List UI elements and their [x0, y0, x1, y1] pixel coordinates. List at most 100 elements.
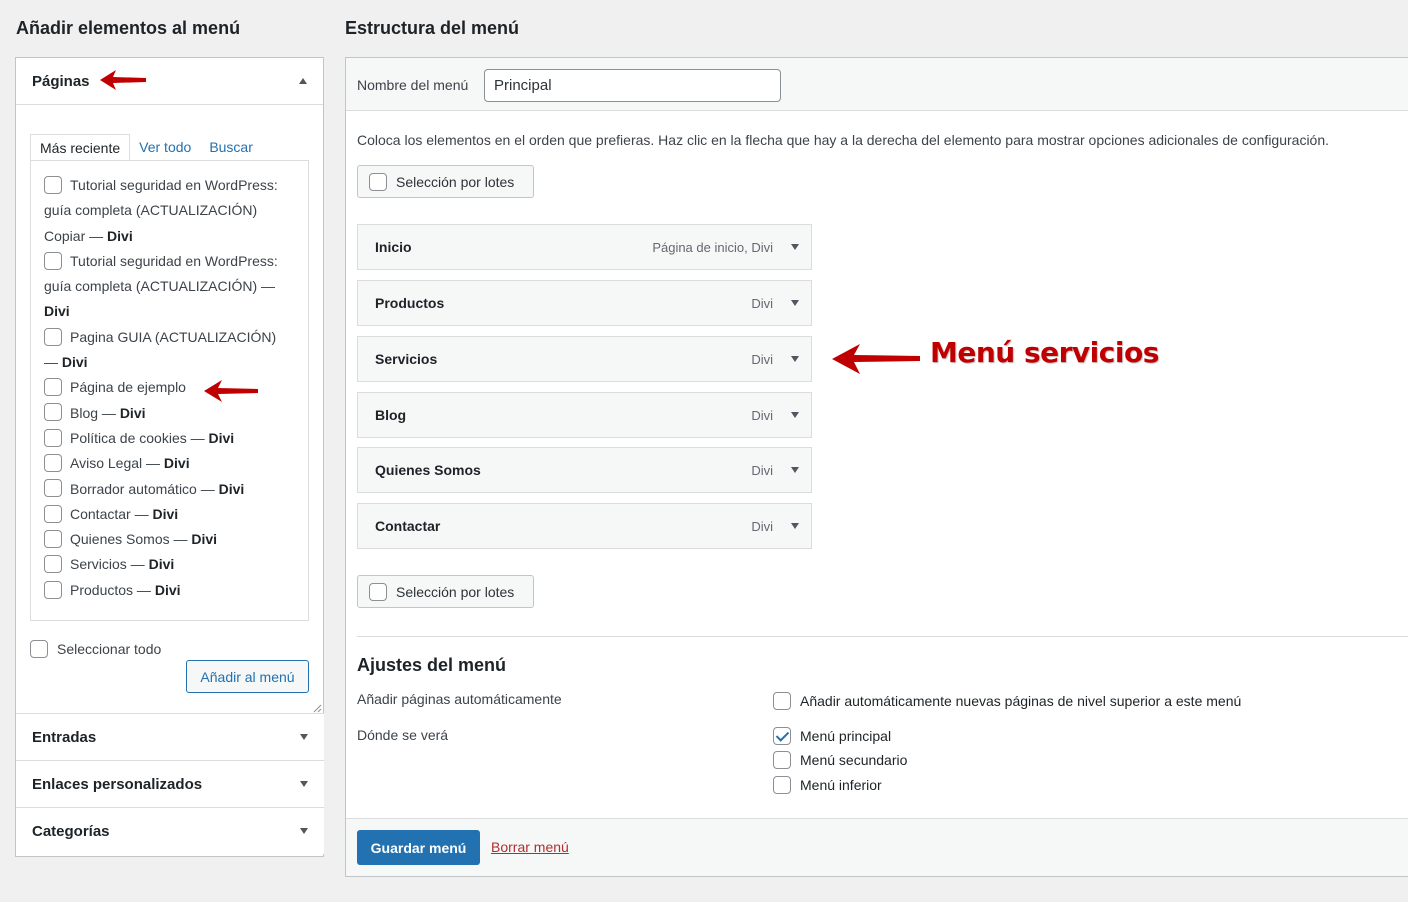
list-item: Contactar — Divi [44, 502, 298, 527]
red-arrow-annotation-icon [100, 70, 146, 90]
bulk-select-checkbox[interactable] [369, 172, 387, 191]
bulk-select-checkbox[interactable] [369, 582, 387, 601]
menu-item-arrow-icon[interactable] [791, 244, 799, 250]
menu-item-arrow-icon[interactable] [791, 300, 799, 306]
menu-item-type: Divi [751, 518, 773, 534]
page-checkbox[interactable] [44, 580, 62, 599]
list-item: Quienes Somos — Divi [44, 527, 298, 552]
page-checkbox[interactable] [44, 529, 62, 548]
select-all[interactable]: Seleccionar todo [30, 640, 161, 658]
expand-arrow-icon[interactable] [300, 734, 308, 740]
pages-section-header[interactable]: Páginas [16, 58, 323, 105]
list-item: Política de cookies — Divi [44, 426, 298, 451]
menu-item-title: Productos [375, 295, 445, 311]
delete-menu-link[interactable]: Borrar menú [491, 839, 569, 855]
page-label: Tutorial seguridad en WordPress: [70, 177, 278, 193]
menu-item-arrow-icon[interactable] [791, 356, 799, 362]
auto-add-option[interactable]: Añadir automáticamente nuevas páginas de… [773, 692, 1241, 710]
page-theme: Divi [218, 480, 245, 497]
section-title: Categorías [32, 822, 110, 840]
auto-add-label: Añadir páginas automáticamente [357, 691, 562, 707]
menu-item-title: Quienes Somos [375, 462, 481, 478]
page-checkbox[interactable] [44, 504, 62, 523]
menu-item-type: Página de inicio, Divi [652, 239, 773, 255]
menu-item[interactable]: Inicio Página de inicio, Divi [357, 224, 812, 270]
list-item: Blog — Divi [44, 401, 298, 426]
select-all-checkbox[interactable] [30, 640, 48, 658]
page-theme: Divi [154, 581, 181, 598]
page-theme: Divi [119, 404, 146, 421]
menu-item-type: Divi [751, 407, 773, 423]
list-item: Productos — Divi [44, 578, 298, 603]
page-checkbox[interactable] [44, 327, 62, 346]
location-option-principal[interactable]: Menú principal [773, 727, 891, 745]
page-label: Política de cookies — [70, 429, 209, 446]
location-option-label: Menú inferior [800, 777, 882, 793]
tab-most-recent[interactable]: Más reciente [30, 134, 131, 161]
menu-item-arrow-icon[interactable] [791, 467, 799, 473]
menu-item-arrow-icon[interactable] [791, 412, 799, 418]
pages-section-title: Páginas [32, 72, 90, 90]
page-checkbox[interactable] [44, 378, 62, 397]
list-item: Borrador automático — Divi [44, 477, 298, 502]
menu-item[interactable]: Quienes Somos Divi [357, 447, 812, 493]
bulk-select-button[interactable]: Selección por lotes [357, 165, 534, 198]
location-checkbox[interactable] [773, 751, 791, 769]
page-checkbox[interactable] [44, 251, 62, 270]
list-item: Tutorial seguridad en WordPress: guía co… [44, 173, 298, 249]
page-theme: Divi [208, 429, 235, 446]
page-checkbox[interactable] [44, 555, 62, 574]
page-label: guía completa (ACTUALIZACIÓN) — [44, 278, 276, 295]
bulk-select-label: Selección por lotes [396, 173, 515, 190]
section-enlaces-personalizados[interactable]: Enlaces personalizados [16, 760, 324, 807]
page-theme: Divi [152, 505, 179, 522]
location-checkbox-checked[interactable] [773, 727, 791, 745]
menu-item[interactable]: Productos Divi [357, 280, 812, 326]
tab-view-all[interactable]: Ver todo [130, 134, 200, 161]
section-entradas[interactable]: Entradas [16, 713, 324, 760]
menu-item[interactable]: Contactar Divi [357, 503, 812, 549]
expand-arrow-icon[interactable] [300, 828, 308, 834]
page-label: guía completa (ACTUALIZACIÓN) [44, 202, 258, 219]
page-label: Aviso Legal — [70, 455, 164, 472]
menu-item[interactable]: Servicios Divi [357, 336, 812, 382]
menu-item-arrow-icon[interactable] [791, 523, 799, 529]
add-to-menu-button[interactable]: Añadir al menú [186, 660, 309, 693]
list-item: Pagina GUIA (ACTUALIZACIÓN) — Divi [44, 325, 298, 376]
list-item: Servicios — Divi [44, 552, 298, 577]
auto-add-checkbox[interactable] [773, 692, 791, 710]
menu-name-input[interactable] [484, 69, 781, 102]
menu-item-type: Divi [751, 462, 773, 478]
page-theme: Divi [163, 455, 190, 472]
save-menu-button[interactable]: Guardar menú [357, 830, 480, 865]
list-item: Tutorial seguridad en WordPress: guía co… [44, 249, 298, 325]
resize-handle-icon[interactable] [312, 703, 322, 713]
menu-settings-title: Ajustes del menú [357, 655, 507, 675]
location-option-secundario[interactable]: Menú secundario [773, 751, 907, 769]
collapse-arrow-icon[interactable] [299, 78, 307, 84]
add-items-title: Añadir elementos al menú [16, 18, 241, 38]
menu-structure-title: Estructura del menú [345, 18, 520, 38]
location-checkbox[interactable] [773, 776, 791, 794]
expand-arrow-icon[interactable] [300, 781, 308, 787]
bulk-select-button-bottom[interactable]: Selección por lotes [357, 575, 534, 608]
menu-item[interactable]: Blog Divi [357, 392, 812, 438]
page-checkbox[interactable] [44, 403, 62, 422]
menu-instructions: Coloca los elementos en el orden que pre… [357, 132, 1330, 148]
pages-tabs: Más reciente Ver todo Buscar [30, 134, 262, 161]
page-checkbox[interactable] [44, 454, 62, 473]
page-label: Contactar — [70, 505, 153, 522]
location-option-inferior[interactable]: Menú inferior [773, 776, 882, 794]
page-label: Borrador automático — [70, 480, 219, 497]
page-checkbox[interactable] [44, 175, 62, 194]
page-label: Servicios — [70, 556, 149, 573]
menu-name-label: Nombre del menú [357, 77, 469, 93]
page-checkbox[interactable] [44, 428, 62, 447]
page-theme: Divi [107, 227, 133, 244]
section-categorias[interactable]: Categorías [16, 807, 324, 854]
tab-search[interactable]: Buscar [200, 134, 262, 161]
page-label: Blog — [70, 404, 120, 421]
page-checkbox[interactable] [44, 479, 62, 498]
menu-services-annotation: Menú servicios [930, 336, 1159, 369]
menu-item-type: Divi [751, 351, 773, 367]
